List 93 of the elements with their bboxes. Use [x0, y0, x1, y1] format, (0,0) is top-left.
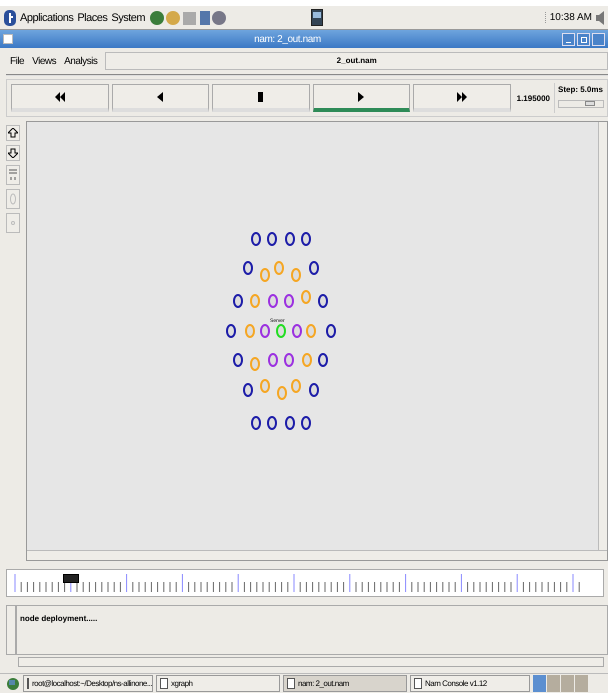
taskbar-label: Nam Console v1.12 [425, 679, 487, 688]
zoom-out-button[interactable] [6, 145, 20, 161]
log-message: node deployment..... [20, 614, 98, 623]
fast-forward-icon [456, 92, 467, 102]
network-node[interactable] [302, 353, 312, 367]
distro-logo-icon[interactable] [4, 10, 16, 26]
window-icon [287, 678, 295, 689]
network-node[interactable] [268, 353, 278, 367]
forward-button[interactable] [413, 84, 510, 112]
menu-item[interactable]: Analysis [64, 56, 98, 66]
show-desktop-icon[interactable] [6, 676, 20, 690]
network-node[interactable] [274, 261, 284, 275]
network-node[interactable] [309, 383, 319, 397]
taskbar-item[interactable]: root@localhost:~/Desktop/ns-allinone... [23, 675, 153, 692]
window-icon [414, 678, 422, 689]
play-icon [358, 92, 364, 102]
workspace-switcher[interactable] [533, 675, 588, 692]
taskbar-item[interactable]: nam: 2_out.nam [283, 675, 407, 692]
menu-item[interactable]: Views [32, 56, 56, 66]
network-node[interactable] [276, 324, 286, 338]
rewind-button[interactable] [11, 84, 108, 112]
network-node[interactable] [260, 379, 270, 393]
time-readout: 1.195000 [516, 94, 551, 102]
play-button[interactable] [312, 84, 410, 112]
network-node[interactable] [284, 353, 294, 367]
step-label: Step: 5.0ms [558, 85, 604, 94]
network-node[interactable] [292, 324, 302, 338]
network-node[interactable] [309, 261, 319, 275]
network-node[interactable] [260, 268, 270, 282]
network-node[interactable] [301, 232, 311, 246]
network-node[interactable] [306, 324, 316, 338]
circle-icon [11, 221, 15, 225]
network-node[interactable] [251, 232, 261, 246]
maximize-button[interactable] [577, 32, 590, 46]
file-name-field: 2_out.nam [105, 52, 608, 70]
up-arrow-icon [8, 128, 18, 138]
network-node[interactable] [318, 353, 328, 367]
launcher-icons-drawing[interactable] [149, 10, 228, 26]
network-node[interactable] [326, 324, 336, 338]
vertical-scrollbar[interactable] [598, 122, 607, 550]
clock[interactable]: 10:38 AM [544, 12, 592, 23]
network-node[interactable] [245, 324, 255, 338]
network-node[interactable] [318, 294, 328, 308]
network-node[interactable] [285, 416, 295, 430]
menu-item[interactable]: File [10, 56, 24, 66]
panel-menu[interactable]: System [111, 12, 146, 24]
taskbar-item[interactable]: Nam Console v1.12 [410, 675, 530, 692]
network-node[interactable] [251, 416, 261, 430]
terminal-icon[interactable] [311, 9, 324, 26]
taskbar-item[interactable]: xgraph [156, 675, 280, 692]
taskbar-label: nam: 2_out.nam [298, 679, 349, 688]
network-node[interactable] [291, 268, 301, 282]
network-node[interactable] [250, 357, 260, 371]
edit-icon [9, 169, 17, 181]
rewind-icon [54, 92, 65, 102]
network-node[interactable] [277, 386, 287, 400]
step-slider[interactable] [584, 101, 595, 106]
minimize-button[interactable] [562, 32, 575, 46]
window-icon [160, 678, 168, 689]
time-marker[interactable] [63, 574, 79, 583]
panel-menu[interactable]: Applications [20, 12, 74, 24]
edit-button[interactable] [6, 165, 20, 185]
oval-icon [10, 193, 16, 205]
vertical-scrollbar[interactable] [6, 605, 16, 655]
taskbar-label: root@localhost:~/Desktop/ns-allinone... [32, 679, 152, 688]
network-node[interactable] [301, 290, 311, 304]
back-icon [157, 92, 164, 102]
network-node[interactable] [226, 324, 236, 338]
panel-menu[interactable]: Places [77, 12, 108, 24]
network-node[interactable] [233, 294, 243, 308]
network-node[interactable] [267, 416, 277, 430]
taskbar-label: xgraph [171, 679, 192, 688]
network-node[interactable] [285, 232, 295, 246]
network-node[interactable] [243, 261, 253, 275]
window-title: nam: 2_out.nam [253, 34, 322, 44]
down-arrow-icon [8, 148, 18, 158]
network-node[interactable] [260, 324, 270, 338]
network-node[interactable] [243, 383, 253, 397]
timeline[interactable] [6, 569, 604, 597]
horizontal-scrollbar[interactable] [27, 550, 607, 560]
volume-icon[interactable] [596, 10, 604, 26]
network-node[interactable] [233, 353, 243, 367]
horizontal-scrollbar[interactable] [18, 657, 604, 667]
network-node[interactable] [301, 416, 311, 430]
network-node[interactable] [291, 379, 301, 393]
stop-icon [258, 92, 264, 102]
node-button[interactable] [6, 213, 20, 233]
network-node[interactable] [267, 232, 277, 246]
network-node[interactable] [250, 294, 260, 308]
zoom-in-button[interactable] [6, 125, 20, 141]
close-button[interactable] [592, 32, 605, 46]
network-node[interactable] [268, 294, 278, 308]
network-node[interactable] [284, 294, 294, 308]
